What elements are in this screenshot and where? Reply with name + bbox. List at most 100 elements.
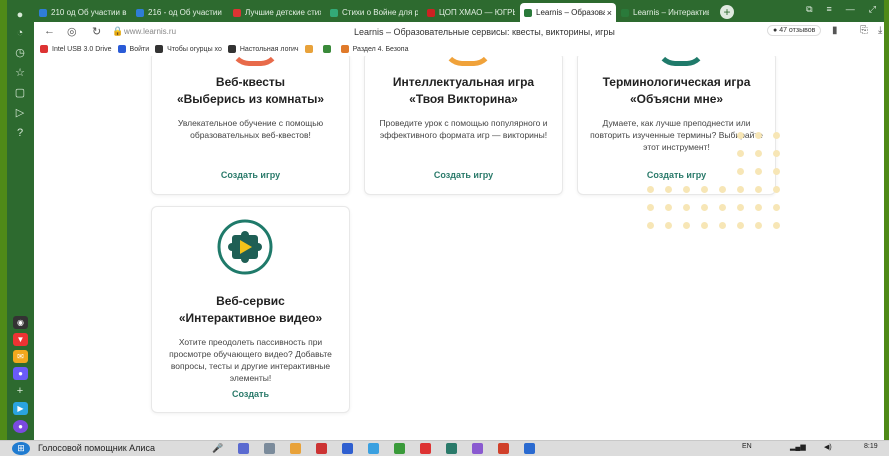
taskbar-app-icon[interactable] xyxy=(264,443,275,454)
taskbar-app-icon[interactable] xyxy=(472,443,483,454)
tab-label: Learnis – Интерактивн xyxy=(633,8,709,17)
bookmarks-bar: Intel USB 3.0 Drive Войти Чтобы огурцы хо Н… xyxy=(34,42,884,57)
window-controls: ⧉ ≡ — ⤢ xyxy=(806,4,876,15)
messenger-icon[interactable]: ● xyxy=(13,367,28,380)
card-icon-partial xyxy=(230,56,280,66)
bookmarks-icon[interactable]: ⧉ xyxy=(806,4,812,15)
download-icon[interactable]: ⤓ xyxy=(878,25,882,36)
bookmark-item[interactable]: Раздел 4. Безопа xyxy=(340,45,408,53)
favorites-icon[interactable]: ☆ xyxy=(13,66,27,80)
taskbar-app-icon[interactable] xyxy=(446,443,457,454)
extensions-icon[interactable]: ⎘ xyxy=(860,25,868,36)
play-icon[interactable]: ▷ xyxy=(13,106,27,120)
url-text[interactable]: www.learnis.ru xyxy=(124,27,176,36)
taskbar-app-icon[interactable] xyxy=(290,443,301,454)
bookmark-label: Intel USB 3.0 Drive xyxy=(52,45,112,53)
taskbar-app-icon[interactable] xyxy=(420,443,431,454)
bookmark-label: Настольная логич xyxy=(239,45,299,53)
bookmark-item[interactable]: Чтобы огурцы хо xyxy=(155,45,222,53)
reload-icon[interactable]: ↻ xyxy=(92,25,101,38)
tab[interactable]: Learnis – Интерактивн xyxy=(617,3,713,22)
taskbar-app-icon[interactable] xyxy=(394,443,405,454)
tab[interactable]: 210 од Об участии в xyxy=(35,3,131,22)
card-icon-partial xyxy=(443,56,493,66)
card-description: Проведите урок с помощью популярного и э… xyxy=(379,118,548,140)
add-app-icon[interactable]: + xyxy=(13,384,27,398)
decor-dot xyxy=(737,150,744,157)
app-icon-1[interactable]: ◉ xyxy=(13,316,28,329)
microphone-icon[interactable]: 🎤 xyxy=(212,443,223,454)
decor-dot xyxy=(719,186,726,193)
card-description: Увлекательное обучение с помощью образов… xyxy=(177,118,324,140)
network-icon[interactable]: ▂▄▆ xyxy=(790,443,806,451)
card-icon-partial xyxy=(656,56,706,66)
language-indicator[interactable]: EN xyxy=(742,443,752,450)
mail-icon[interactable]: ✉ xyxy=(13,350,28,363)
bookmark-label: Войти xyxy=(129,45,150,53)
restore-icon[interactable]: ⤢ xyxy=(869,4,876,15)
taskbar-app-icon[interactable] xyxy=(498,443,509,454)
shield-icon[interactable]: ◎ xyxy=(67,25,77,38)
minimize-icon[interactable]: — xyxy=(846,4,855,15)
close-tab-icon[interactable]: × xyxy=(607,8,612,18)
bookmark-add-icon[interactable]: ▮ xyxy=(832,25,838,36)
collections-icon[interactable]: ▢ xyxy=(13,86,27,100)
taskbar-app-icon[interactable] xyxy=(316,443,327,454)
create-button[interactable]: Создать xyxy=(152,389,349,399)
alice-icon[interactable]: ● xyxy=(13,420,28,433)
menu-icon[interactable]: ≡ xyxy=(827,4,832,15)
taskbar-app-icon[interactable] xyxy=(524,443,535,454)
decor-dot xyxy=(647,186,654,193)
taskbar-app-icon[interactable] xyxy=(368,443,379,454)
card-description: Хотите преодолеть пассивность при просмо… xyxy=(169,337,332,383)
bookmark-item[interactable] xyxy=(304,45,317,53)
reviews-badge[interactable]: ● 47 отзывов xyxy=(767,25,822,36)
bookmark-label: Чтобы огурцы хо xyxy=(167,45,222,53)
card-title: Веб-сервис xyxy=(216,294,285,308)
decor-dot xyxy=(647,204,654,211)
page-title: Learnis – Образовательные сервисы: квест… xyxy=(354,27,615,37)
start-button[interactable]: ⊞ xyxy=(12,442,30,455)
create-game-button[interactable]: Создать игру xyxy=(365,170,562,180)
bookmark-item[interactable] xyxy=(322,45,335,53)
player-icon[interactable]: ▶ xyxy=(13,402,28,415)
taskbar-app-icon[interactable] xyxy=(342,443,353,454)
decor-dot xyxy=(737,204,744,211)
tab-label: Стихи о Войне для ре xyxy=(342,8,418,17)
bookmark-icon xyxy=(117,45,126,53)
create-game-button[interactable]: Создать игру xyxy=(578,170,775,180)
decor-dot xyxy=(647,222,654,229)
help-icon[interactable]: ? xyxy=(13,126,27,140)
card-explain-me: Терминологическая игра «Объясни мне» Дум… xyxy=(577,56,776,195)
create-game-button[interactable]: Создать игру xyxy=(152,170,349,180)
lock-icon: 🔒 xyxy=(112,26,124,36)
decor-dot xyxy=(755,132,762,139)
tab[interactable]: Learnis – Образова × xyxy=(520,3,616,22)
decor-dot xyxy=(683,222,690,229)
page-icon xyxy=(330,8,338,17)
profile-icon[interactable]: ● xyxy=(13,8,27,22)
history-icon[interactable]: ◷ xyxy=(13,46,27,60)
bookmark-item[interactable]: Войти xyxy=(117,45,150,53)
bookmark-item[interactable]: Intel USB 3.0 Drive xyxy=(40,45,112,53)
tab[interactable]: ЦОП ХМАО — ЮГРЫ xyxy=(423,3,519,22)
taskbar-app-icon[interactable] xyxy=(238,443,249,454)
pin-icon[interactable]: ▼ xyxy=(13,333,28,346)
reviews-count: 47 отзывов xyxy=(779,27,816,34)
decor-dot xyxy=(665,222,672,229)
bookmark-item[interactable]: Настольная логич xyxy=(227,45,299,53)
back-icon[interactable]: ← xyxy=(44,25,55,37)
tab-label: Лучшие детские стих xyxy=(245,8,321,17)
voice-assistant-label[interactable]: Голосовой помощник Алиса xyxy=(38,443,155,453)
decor-dot xyxy=(683,204,690,211)
tab[interactable]: Лучшие детские стих xyxy=(229,3,325,22)
clock[interactable]: 8:19 xyxy=(864,443,878,450)
volume-icon[interactable]: ◀) xyxy=(824,443,832,451)
tab[interactable]: 216 - од Об участии в xyxy=(132,3,228,22)
tab[interactable]: Стихи о Войне для ре xyxy=(326,3,422,22)
card-title: Интеллектуальная игра xyxy=(392,75,535,89)
notifications-icon[interactable]: ◔ xyxy=(13,26,27,40)
bookmark-icon xyxy=(340,45,349,53)
new-tab-button[interactable]: + xyxy=(720,5,734,19)
bookmark-icon xyxy=(40,45,48,53)
